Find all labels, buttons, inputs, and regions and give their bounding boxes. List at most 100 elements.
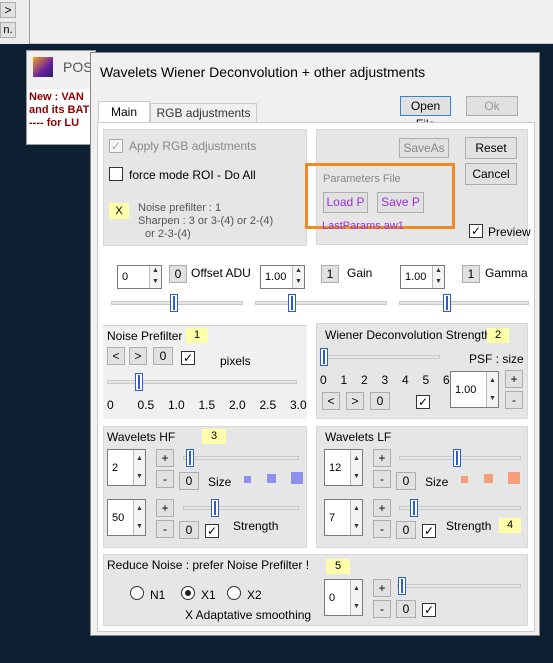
hf-strength-slider-track[interactable]	[183, 506, 299, 510]
reduce-noise-spinner[interactable]: 0 ▲ ▼	[324, 579, 363, 616]
noise-x2-label: X2	[247, 588, 262, 602]
tab-rgb-adjustments[interactable]: RGB adjustments	[150, 103, 257, 123]
wiener-slider-track[interactable]	[320, 355, 440, 359]
offset-value: 0	[122, 271, 129, 283]
background-pos-window: POS New : VAN and its BAT ---- for LU	[26, 50, 96, 145]
reduce-noise-minus-button[interactable]: -	[373, 600, 391, 618]
psf-plus-button[interactable]: +	[505, 370, 523, 388]
hf-strength-plus-button[interactable]: +	[156, 499, 174, 517]
noise-n1-radio[interactable]	[130, 586, 144, 600]
lf-size-spin-arrows[interactable]: ▲ ▼	[350, 450, 362, 485]
hf-size-spinner[interactable]: 2 ▲ ▼	[107, 449, 146, 486]
lf-strength-checkbox[interactable]: ✓	[422, 524, 436, 538]
apply-rgb-checkbox[interactable]: ✓	[109, 139, 123, 153]
load-params-button[interactable]: Load P	[323, 192, 368, 213]
noise-info-line-2: Sharpen : 3 or 3-(4) or 2-(4)	[138, 215, 274, 227]
lf-strength-minus-button[interactable]: -	[373, 520, 391, 538]
lf-size-minus-button[interactable]: -	[373, 470, 391, 488]
force-mode-checkbox[interactable]	[109, 167, 123, 181]
info-note-x: X	[109, 203, 129, 219]
hf-size-spin-arrows[interactable]: ▲ ▼	[133, 450, 145, 485]
reduce-noise-value: 0	[329, 591, 336, 604]
noise-prefilter-slider-thumb[interactable]	[135, 373, 143, 391]
gain-spin-arrows[interactable]: ▲ ▼	[292, 266, 304, 288]
noise-prefilter-prev-button[interactable]: <	[107, 347, 125, 365]
lf-size-slider-thumb[interactable]	[453, 449, 461, 467]
save-params-button[interactable]: Save P	[377, 192, 424, 213]
psf-spin-arrows[interactable]: ▲ ▼	[486, 372, 498, 407]
gamma-slider-track[interactable]	[399, 301, 529, 305]
noise-prefilter-badge: 1	[186, 328, 208, 343]
wavelets-lf-badge: 4	[499, 518, 521, 533]
noise-prefilter-title: Noise Prefilter	[107, 329, 183, 343]
reset-button[interactable]: Reset	[465, 137, 517, 159]
lf-strength-spin-arrows[interactable]: ▲ ▼	[350, 500, 362, 535]
hf-size-zero-button[interactable]: 0	[179, 472, 199, 490]
hf-strength-spin-arrows[interactable]: ▲ ▼	[133, 500, 145, 535]
lf-strength-spinner[interactable]: 7 ▲ ▼	[324, 499, 363, 536]
background-button-1[interactable]: >	[0, 2, 16, 18]
gamma-spin-arrows[interactable]: ▲ ▼	[432, 266, 444, 288]
lf-size-value: 12	[329, 461, 342, 474]
reduce-noise-checkbox[interactable]: ✓	[422, 603, 436, 617]
lf-size-zero-button[interactable]: 0	[396, 472, 416, 490]
wiener-checkbox[interactable]: ✓	[416, 395, 430, 409]
lf-strength-zero-button[interactable]: 0	[396, 521, 416, 539]
psf-minus-button[interactable]: -	[505, 391, 523, 409]
offset-reset-button[interactable]: 0	[169, 265, 187, 283]
background-button-2[interactable]: n.	[0, 22, 16, 38]
hf-size-plus-button[interactable]: +	[156, 449, 174, 467]
open-file-button[interactable]: Open File	[400, 96, 451, 131]
gain-reset-button[interactable]: 1	[321, 265, 339, 283]
hf-size-minus-button[interactable]: -	[156, 470, 174, 488]
hf-strength-spinner[interactable]: 50 ▲ ▼	[107, 499, 146, 536]
noise-prefilter-tick-label: 2.0	[229, 398, 246, 412]
gamma-spinner[interactable]: 1.00 ▲ ▼	[400, 265, 445, 289]
noise-x2-radio[interactable]	[227, 586, 241, 600]
hf-strength-slider-thumb[interactable]	[211, 499, 219, 517]
reduce-noise-slider-thumb[interactable]	[398, 577, 406, 595]
noise-prefilter-zero-button[interactable]: 0	[153, 347, 173, 365]
offset-spin-arrows[interactable]: ▲ ▼	[149, 266, 161, 288]
hf-strength-zero-button[interactable]: 0	[179, 521, 199, 539]
hf-size-slider-thumb[interactable]	[186, 449, 194, 467]
noise-prefilter-checkbox[interactable]: ✓	[181, 351, 195, 365]
wiener-prev-button[interactable]: <	[322, 392, 340, 410]
save-as-button[interactable]: SaveAs	[399, 138, 449, 158]
cancel-button[interactable]: Cancel	[465, 163, 517, 185]
offset-slider-thumb[interactable]	[170, 294, 178, 312]
reduce-noise-zero-button[interactable]: 0	[396, 600, 416, 618]
apply-rgb-label: Apply RGB adjustments	[129, 139, 257, 153]
preview-checkbox[interactable]: ✓	[469, 224, 483, 238]
noise-prefilter-next-button[interactable]: >	[129, 347, 147, 365]
tab-main[interactable]: Main	[98, 101, 150, 123]
ok-button[interactable]: Ok	[466, 96, 518, 116]
offset-spinner[interactable]: 0 ▲ ▼	[117, 265, 162, 289]
reduce-noise-plus-button[interactable]: +	[373, 579, 391, 597]
reduce-noise-spin-arrows[interactable]: ▲ ▼	[350, 580, 362, 615]
hf-strength-checkbox[interactable]: ✓	[205, 524, 219, 538]
lf-strength-slider-thumb[interactable]	[410, 499, 418, 517]
background-top-band	[30, 0, 553, 44]
lf-strength-plus-button[interactable]: +	[373, 499, 391, 517]
noise-prefilter-tick-label: 2.5	[259, 398, 277, 412]
gain-slider-track[interactable]	[255, 301, 387, 305]
noise-x1-radio[interactable]	[181, 586, 195, 600]
lf-size-spinner[interactable]: 12 ▲ ▼	[324, 449, 363, 486]
hf-strength-minus-button[interactable]: -	[156, 520, 174, 538]
reduce-noise-badge: 5	[326, 559, 350, 574]
adaptive-smoothing-label: X Adaptative smoothing	[185, 608, 312, 622]
lf-size-plus-button[interactable]: +	[373, 449, 391, 467]
gamma-slider-thumb[interactable]	[443, 294, 451, 312]
gain-spinner[interactable]: 1.00 ▲ ▼	[260, 265, 305, 289]
wiener-slider-thumb[interactable]	[320, 348, 328, 366]
dialog-window: Wavelets Wiener Deconvolution + other ad…	[90, 52, 540, 636]
gain-slider-thumb[interactable]	[288, 294, 296, 312]
gamma-reset-button[interactable]: 1	[462, 265, 480, 283]
psf-size-spinner[interactable]: 1.00 ▲ ▼	[450, 371, 499, 408]
reduce-noise-slider-track[interactable]	[397, 584, 521, 588]
wiener-next-button[interactable]: >	[346, 392, 364, 410]
wiener-zero-button[interactable]: 0	[370, 392, 390, 410]
noise-prefilter-pixels-label: pixels	[220, 354, 251, 368]
hf-size-slider-track[interactable]	[183, 456, 299, 460]
